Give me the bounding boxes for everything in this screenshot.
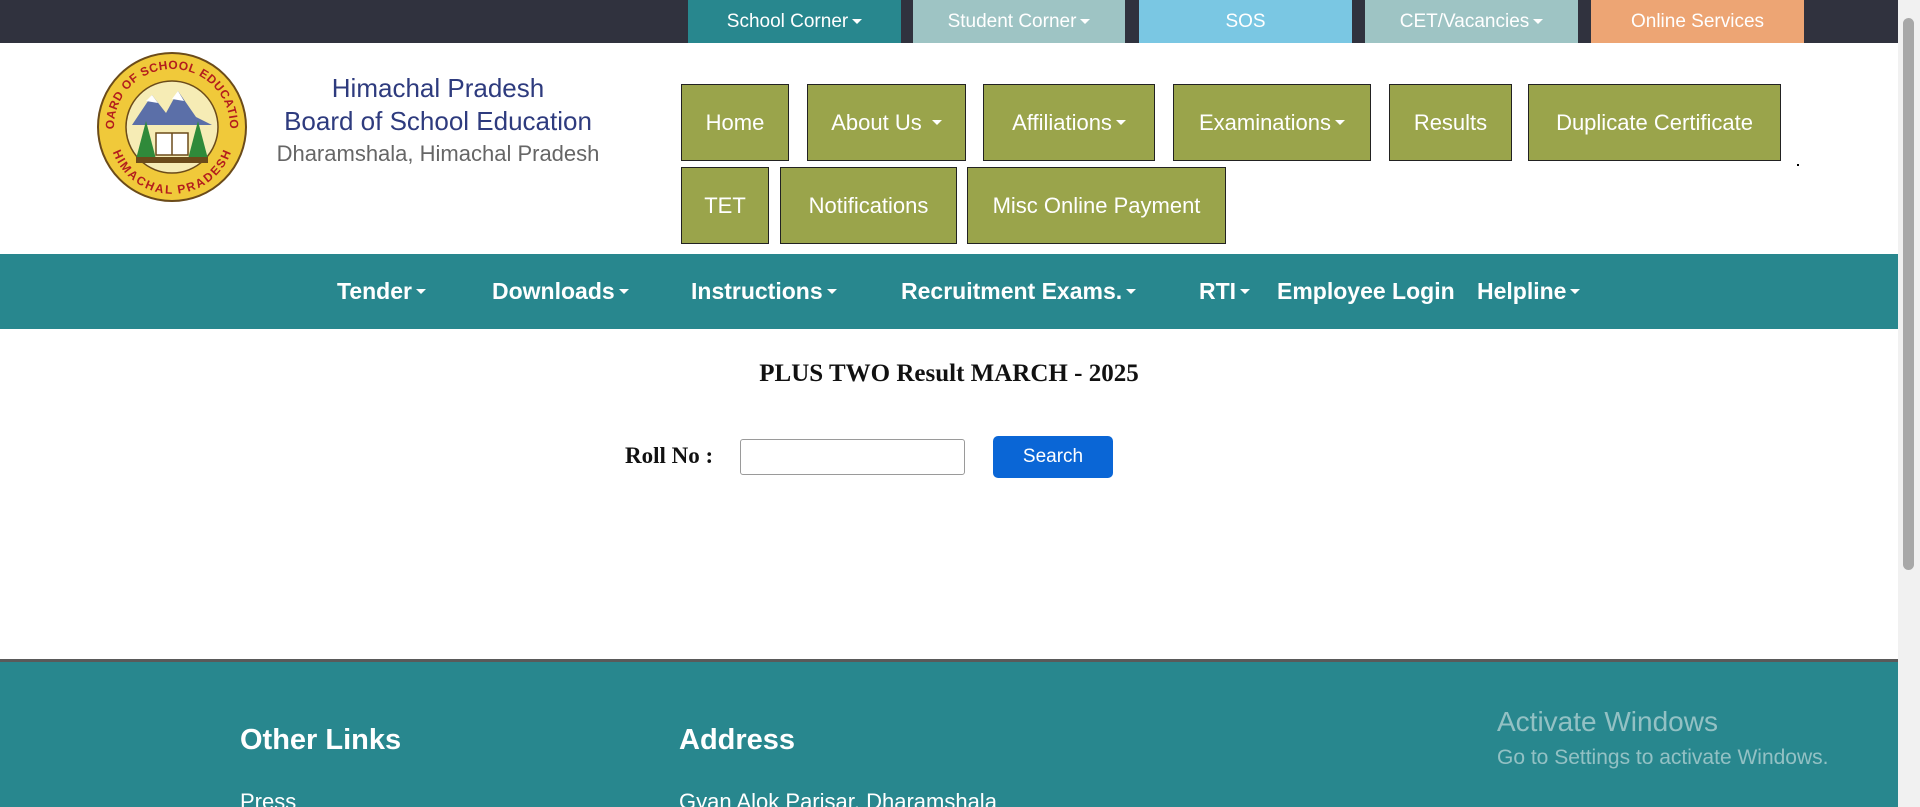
chevron-down-icon <box>1240 289 1251 294</box>
chevron-down-icon <box>618 289 629 294</box>
activate-windows-subtitle: Go to Settings to activate Windows. <box>1497 746 1829 769</box>
nav-affiliations-label: Affiliations <box>1012 109 1112 135</box>
nav-tet[interactable]: TET <box>681 167 769 244</box>
brand-title: Himachal Pradesh Board of School Educati… <box>258 71 618 171</box>
footer-link-press[interactable]: Press <box>240 789 296 807</box>
nav-results[interactable]: Results <box>1389 84 1512 161</box>
footer-address-line: Gyan Alok Parisar, Dharamshala <box>679 789 997 807</box>
chevron-down-icon <box>1115 120 1126 125</box>
nav-examinations[interactable]: Examinations <box>1173 84 1371 161</box>
roll-no-label: Roll No : <box>625 443 714 468</box>
nav-results-label: Results <box>1413 109 1488 135</box>
nav-misc-online-payment[interactable]: Misc Online Payment <box>967 167 1226 244</box>
nav-examinations-label: Examinations <box>1198 109 1332 135</box>
menu-recruitment-exams[interactable]: Recruitment Exams. <box>901 254 1137 329</box>
top-utility-bar: School Corner Student Corner SOS CET/Vac… <box>0 0 1920 43</box>
menu-helpline-label: Helpline <box>1477 278 1567 304</box>
menu-rti-label: RTI <box>1199 278 1237 304</box>
nav-tet-label: TET <box>704 192 746 218</box>
brand-line-2: Board of School Education <box>284 106 592 136</box>
board-logo[interactable]: BOARD OF SCHOOL EDUCATION HIMACHAL PRADE… <box>96 51 248 203</box>
school-corner-label: School Corner <box>726 10 849 32</box>
cet-vacancies-tab[interactable]: CET/Vacancies <box>1365 0 1578 43</box>
roll-no-input[interactable] <box>740 439 965 475</box>
nav-notifications-label: Notifications <box>808 192 929 218</box>
scrollbar-thumb[interactable] <box>1903 18 1914 570</box>
nav-home[interactable]: Home <box>681 84 789 161</box>
menu-rti[interactable]: RTI <box>1199 254 1251 329</box>
nav-about-us[interactable]: About Us <box>807 84 966 161</box>
menu-instructions[interactable]: Instructions <box>691 254 837 329</box>
chevron-down-icon <box>852 19 863 24</box>
footer-other-links-heading: Other Links <box>240 724 402 756</box>
chevron-down-icon <box>1533 19 1544 24</box>
menu-downloads[interactable]: Downloads <box>492 254 629 329</box>
student-corner-label: Student Corner <box>947 10 1077 32</box>
menu-helpline[interactable]: Helpline <box>1477 254 1581 329</box>
page-title: PLUS TWO Result MARCH - 2025 <box>759 360 1139 387</box>
chevron-down-icon <box>826 289 837 294</box>
search-button[interactable]: Search <box>993 436 1113 478</box>
menu-recruitment-label: Recruitment Exams. <box>901 278 1123 304</box>
brand-line-1: Himachal Pradesh <box>331 73 545 103</box>
menu-employee-login[interactable]: Employee Login <box>1277 254 1455 329</box>
page-scrollbar[interactable] <box>1898 0 1920 807</box>
menu-instructions-label: Instructions <box>691 278 823 304</box>
sos-tab[interactable]: SOS <box>1139 0 1352 43</box>
menu-tender-label: Tender <box>337 278 412 304</box>
school-corner-tab[interactable]: School Corner <box>688 0 901 43</box>
site-header: BOARD OF SCHOOL EDUCATION HIMACHAL PRADE… <box>0 43 1898 254</box>
nav-about-label: About Us <box>831 109 922 135</box>
online-services-label: Online Services <box>1630 10 1765 32</box>
nav-duplicate-certificate[interactable]: Duplicate Certificate <box>1528 84 1781 161</box>
secondary-menu-bar: Tender Downloads Instructions Recruitmen… <box>0 254 1898 329</box>
cet-vacancies-label: CET/Vacancies <box>1399 10 1530 32</box>
chevron-down-icon <box>1570 289 1581 294</box>
menu-tender[interactable]: Tender <box>337 254 426 329</box>
brand-line-3: Dharamshala, Himachal Pradesh <box>276 141 600 166</box>
chevron-down-icon <box>1080 19 1091 24</box>
nav-notifications[interactable]: Notifications <box>780 167 957 244</box>
stray-dot <box>1797 164 1799 166</box>
nav-duplicate-label: Duplicate Certificate <box>1556 109 1753 135</box>
online-services-tab[interactable]: Online Services <box>1591 0 1804 43</box>
menu-employee-login-label: Employee Login <box>1277 278 1455 304</box>
nav-misc-label: Misc Online Payment <box>992 192 1201 218</box>
menu-downloads-label: Downloads <box>492 278 615 304</box>
chevron-down-icon <box>1335 120 1346 125</box>
chevron-down-icon <box>1126 289 1137 294</box>
nav-home-label: Home <box>705 109 765 135</box>
chevron-down-icon <box>415 289 426 294</box>
sos-label: SOS <box>1225 10 1266 32</box>
activate-windows-title: Activate Windows <box>1497 706 1718 737</box>
student-corner-tab[interactable]: Student Corner <box>913 0 1125 43</box>
nav-affiliations[interactable]: Affiliations <box>983 84 1155 161</box>
footer-address-heading: Address <box>679 724 796 756</box>
chevron-down-icon <box>931 120 942 125</box>
